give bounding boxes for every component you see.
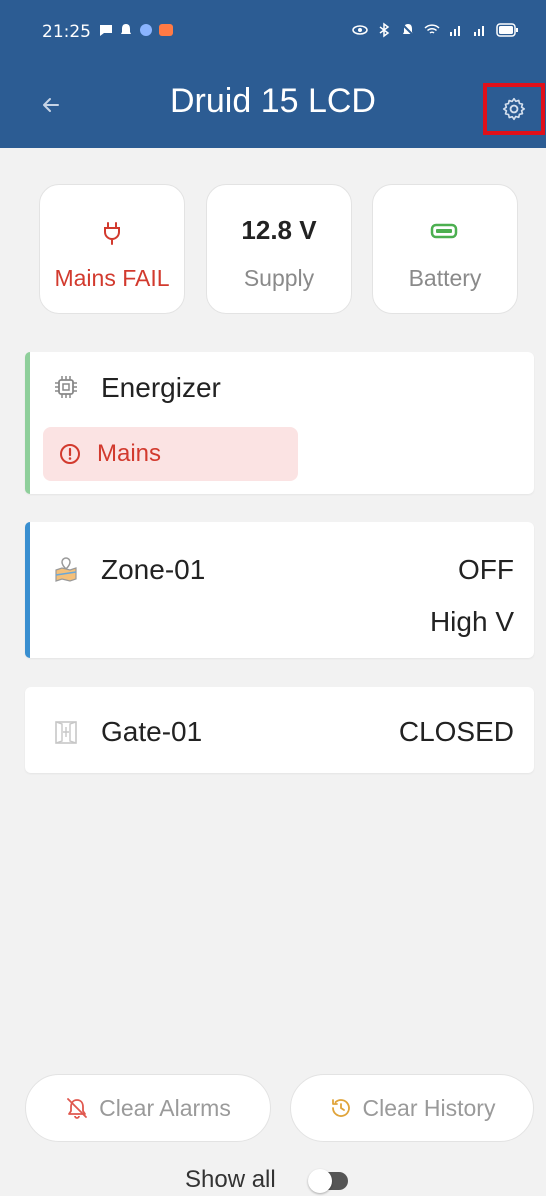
supply-label: Supply xyxy=(243,265,315,291)
status-system-icons xyxy=(352,22,518,38)
status-time: 21:25 xyxy=(42,22,91,42)
map-icon xyxy=(55,557,77,582)
battery-icon xyxy=(430,223,458,239)
zone-voltage: High V xyxy=(429,606,514,637)
zone-card[interactable]: Zone-01 OFF High V xyxy=(25,522,534,658)
zone-name: Zone-01 xyxy=(101,554,206,585)
bell-off-icon xyxy=(67,1098,88,1119)
status-bar: 21:25 xyxy=(0,0,546,64)
clear-alarms-button[interactable]: Clear Alarms xyxy=(25,1074,271,1142)
page-title: Druid 15 LCD xyxy=(170,82,376,120)
supply-voltage-value: 12.8 V xyxy=(241,215,317,245)
plug-icon xyxy=(104,222,120,245)
status-notification-icons xyxy=(98,22,174,38)
energizer-name: Energizer xyxy=(101,372,221,403)
supply-tile[interactable]: 12.8 V Supply xyxy=(206,184,352,314)
zone-state: OFF xyxy=(458,554,514,585)
toggle-knob xyxy=(308,1169,332,1193)
energizer-accent-bar xyxy=(25,352,30,494)
gate-state: CLOSED xyxy=(398,716,514,747)
show-all-label: Show all xyxy=(185,1166,276,1193)
battery-status-icon xyxy=(496,23,518,37)
wifi-icon xyxy=(424,24,440,34)
signal-2-icon xyxy=(474,26,484,36)
history-icon xyxy=(331,1099,350,1117)
battery-tile[interactable]: Battery xyxy=(372,184,518,314)
mains-alert-chip[interactable]: Mains xyxy=(43,427,298,481)
compass-icon xyxy=(140,24,152,36)
mains-status-label: Mains FAIL xyxy=(54,265,170,291)
clear-alarms-label: Clear Alarms xyxy=(99,1094,231,1121)
chip-icon xyxy=(55,376,77,398)
app-badge-icon xyxy=(159,24,173,36)
app-bar: 21:25 Druid 15 LCD xyxy=(0,0,546,148)
energizer-card[interactable]: Energizer Mains xyxy=(25,352,534,494)
gate-icon xyxy=(55,721,77,744)
chat-icon xyxy=(100,25,112,36)
mains-alert-label: Mains xyxy=(97,440,162,467)
show-all-toggle[interactable] xyxy=(308,1169,348,1193)
bell-icon xyxy=(121,24,131,34)
alert-circle-icon xyxy=(60,444,80,464)
zone-accent-bar xyxy=(25,522,30,658)
gate-name: Gate-01 xyxy=(101,716,203,747)
clear-history-label: Clear History xyxy=(362,1094,496,1121)
battery-label: Battery xyxy=(408,265,482,291)
mains-status-tile[interactable]: Mains FAIL xyxy=(39,184,185,314)
clear-history-button[interactable]: Clear History xyxy=(290,1074,534,1142)
eye-icon xyxy=(352,25,368,35)
bluetooth-icon xyxy=(379,22,390,38)
gear-icon xyxy=(502,97,525,121)
settings-button[interactable] xyxy=(483,83,545,135)
gate-card[interactable]: Gate-01 CLOSED xyxy=(25,687,534,773)
mute-icon xyxy=(401,23,415,37)
signal-icon xyxy=(450,26,460,36)
